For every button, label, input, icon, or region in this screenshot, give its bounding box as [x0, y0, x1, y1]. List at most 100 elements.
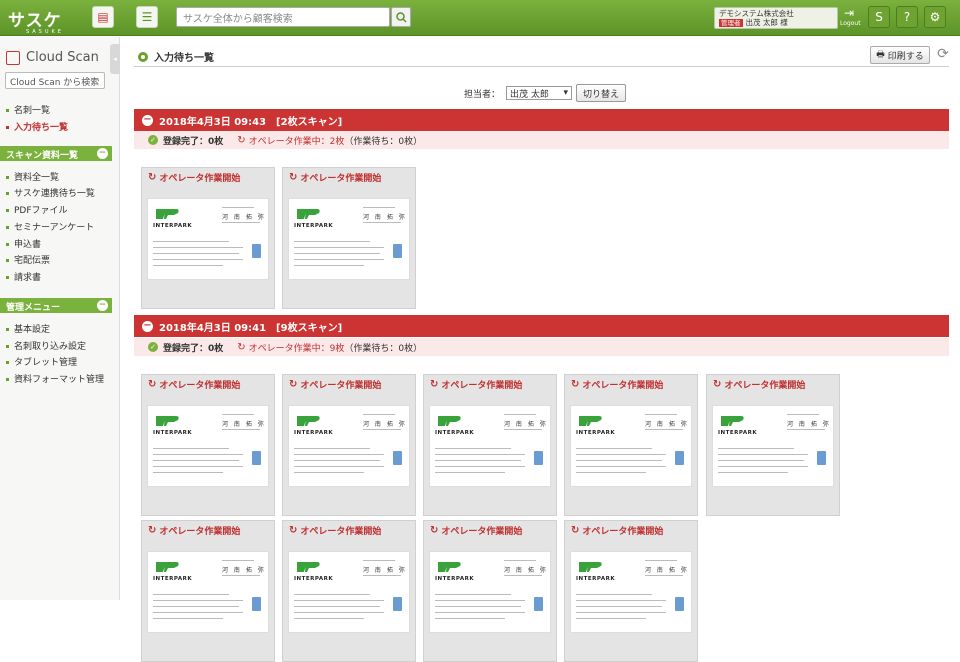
scan-card[interactable]: ↻ オペレータ作業開始 INTERPARK 河 南 拓 弥	[282, 167, 416, 309]
global-search-input[interactable]: サスケ全体から顧客検索	[176, 7, 390, 27]
sidebar-item-seminar[interactable]: セミナーアンケート	[6, 220, 94, 233]
start-operator-button[interactable]: ↻ オペレータ作業開始	[283, 521, 415, 539]
working-spinner-icon: ↻	[430, 524, 439, 536]
card-badge-icon	[252, 451, 261, 465]
sidebar-item-pdf[interactable]: PDFファイル	[6, 203, 68, 216]
settings-gear-icon[interactable]: ⚙	[924, 6, 946, 28]
sidebar-search-input[interactable]: Cloud Scan から検索	[5, 72, 105, 89]
working-spinner-icon: ↻	[289, 378, 298, 390]
sidebar-item-tablet[interactable]: タブレット管理	[6, 355, 77, 368]
business-card-image[interactable]: INTERPARK 河 南 拓 弥	[147, 551, 269, 633]
start-operator-button[interactable]: ↻ オペレータ作業開始	[424, 375, 556, 393]
help-icon[interactable]: ?	[896, 6, 918, 28]
print-button[interactable]: 🖶 印刷する	[870, 46, 930, 64]
sasuke-logo[interactable]: サスケ SASUKE	[8, 6, 64, 35]
business-card-image[interactable]: INTERPARK 河 南 拓 弥	[288, 551, 410, 633]
sidebar-item-delivery[interactable]: 宅配伝票	[6, 253, 50, 266]
user-company: デモシステム株式会社	[719, 9, 794, 18]
card-badge-icon	[393, 597, 402, 611]
business-card-image[interactable]: INTERPARK 河 南 拓 弥	[429, 405, 551, 487]
business-card-image[interactable]: INTERPARK 河 南 拓 弥	[570, 405, 692, 487]
scan-card[interactable]: ↻ オペレータ作業開始 INTERPARK 河 南 拓 弥	[564, 520, 698, 662]
scan-card[interactable]: ↻ オペレータ作業開始 INTERPARK 河 南 拓 弥	[423, 374, 557, 516]
interpark-logo-icon	[438, 416, 461, 426]
working-spinner-icon: ↻	[289, 524, 298, 536]
card-person-name: 河 南 拓 弥	[363, 214, 407, 221]
sidebar-item-card-list[interactable]: 名刺一覧	[6, 103, 50, 116]
card-person-name: 河 南 拓 弥	[363, 567, 407, 574]
business-card-image[interactable]: INTERPARK 河 南 拓 弥	[147, 198, 269, 280]
admin-section-header[interactable]: 管理メニュー −	[0, 298, 112, 313]
card-badge-icon	[393, 244, 402, 258]
check-icon: ✓	[148, 342, 158, 352]
card-company-logo-text: INTERPARK	[576, 430, 616, 436]
collapse-minus-icon[interactable]: −	[142, 320, 153, 332]
interpark-logo-icon	[721, 416, 744, 426]
working-spinner-icon: ↻	[148, 171, 157, 183]
scan-card[interactable]: ↻ オペレータ作業開始 INTERPARK 河 南 拓 弥	[282, 374, 416, 516]
scan-section-header[interactable]: スキャン資料一覧 −	[0, 146, 112, 161]
business-card-image[interactable]: INTERPARK 河 南 拓 弥	[429, 551, 551, 633]
interpark-logo-icon	[297, 209, 320, 219]
sasuke-menu-icon[interactable]: S	[868, 6, 890, 28]
start-operator-button[interactable]: ↻ オペレータ作業開始	[142, 521, 274, 539]
business-card-image[interactable]: INTERPARK 河 南 拓 弥	[147, 405, 269, 487]
sidebar-item-sasuke-waiting[interactable]: サスケ連携待ち一覧	[6, 186, 95, 199]
business-card-image[interactable]: INTERPARK 河 南 拓 弥	[712, 405, 834, 487]
start-operator-button[interactable]: ↻ オペレータ作業開始	[424, 521, 556, 539]
card-person-name: 河 南 拓 弥	[504, 421, 548, 428]
collapse-minus-icon[interactable]: −	[97, 148, 108, 159]
start-operator-button[interactable]: ↻ オペレータ作業開始	[142, 375, 274, 393]
start-operator-button[interactable]: ↻ オペレータ作業開始	[283, 168, 415, 186]
batch-header[interactable]: − 2018年4月3日 09:41 [9枚スキャン]	[134, 315, 949, 337]
business-card-image[interactable]: INTERPARK 河 南 拓 弥	[570, 551, 692, 633]
business-card-image[interactable]: INTERPARK 河 南 拓 弥	[288, 198, 410, 280]
start-operator-button[interactable]: ↻ オペレータ作業開始	[283, 375, 415, 393]
start-operator-button[interactable]: ↻ オペレータ作業開始	[707, 375, 839, 393]
assignee-select[interactable]: 出茂 太郎 ▾	[506, 86, 573, 100]
working-spinner-icon: ↻	[713, 378, 722, 390]
interpark-logo-icon	[579, 416, 602, 426]
sidebar-item-import-settings[interactable]: 名刺取り込み設定	[6, 339, 86, 352]
card-person-name: 河 南 拓 弥	[222, 421, 266, 428]
batch-header[interactable]: − 2018年4月3日 09:43 [2枚スキャン]	[134, 109, 949, 131]
sidebar-collapse-handle[interactable]: ◂	[110, 44, 120, 74]
scan-card[interactable]: ↻ オペレータ作業開始 INTERPARK 河 南 拓 弥	[141, 167, 275, 309]
interpark-logo-icon	[297, 562, 320, 572]
scan-card[interactable]: ↻ オペレータ作業開始 INTERPARK 河 南 拓 弥	[141, 374, 275, 516]
start-operator-button[interactable]: ↻ オペレータ作業開始	[142, 168, 274, 186]
interpark-logo-icon	[297, 416, 320, 426]
scan-card[interactable]: ↻ オペレータ作業開始 INTERPARK 河 南 拓 弥	[282, 520, 416, 662]
cloud-scan-app-icon[interactable]: ▤	[92, 6, 114, 28]
search-button[interactable]	[391, 7, 411, 27]
card-company-logo-text: INTERPARK	[153, 223, 193, 229]
switch-button[interactable]: 切り替え	[576, 84, 627, 102]
collapse-minus-icon[interactable]: −	[142, 114, 153, 126]
working-spinner-icon: ↻	[571, 378, 580, 390]
check-icon: ✓	[148, 135, 158, 145]
sidebar-item-format[interactable]: 資料フォーマット管理	[6, 372, 104, 385]
sidebar-item-input-waiting[interactable]: 入力待ち一覧	[6, 120, 68, 133]
batch-status: ✓ 登録完了：0枚 ↻ オペレータ作業中：9枚 （作業待ち：0枚）	[134, 338, 949, 356]
logout-button[interactable]: ⇥ Logout	[840, 6, 861, 27]
business-card-image[interactable]: INTERPARK 河 南 拓 弥	[288, 405, 410, 487]
scan-card[interactable]: ↻ オペレータ作業開始 INTERPARK 河 南 拓 弥	[423, 520, 557, 662]
assignee-filter: 担当者： 出茂 太郎 ▾ 切り替え	[464, 84, 627, 102]
collapse-minus-icon[interactable]: −	[97, 300, 108, 311]
card-company-logo-text: INTERPARK	[294, 223, 334, 229]
scan-card[interactable]: ↻ オペレータ作業開始 INTERPARK 河 南 拓 弥	[141, 520, 275, 662]
scan-card[interactable]: ↻ オペレータ作業開始 INTERPARK 河 南 拓 弥	[564, 374, 698, 516]
title-bullet-icon	[138, 51, 148, 62]
card-company-logo-text: INTERPARK	[435, 576, 475, 582]
card-company-logo-text: INTERPARK	[294, 576, 334, 582]
card-company-logo-text: INTERPARK	[153, 430, 193, 436]
scan-card[interactable]: ↻ オペレータ作業開始 INTERPARK 河 南 拓 弥	[706, 374, 840, 516]
sidebar-item-invoice[interactable]: 請求書	[6, 270, 41, 283]
sidebar-item-basic-settings[interactable]: 基本設定	[6, 322, 50, 335]
start-operator-button[interactable]: ↻ オペレータ作業開始	[565, 375, 697, 393]
refresh-icon[interactable]: ⟳	[934, 46, 952, 64]
sidebar-item-all-documents[interactable]: 資料全一覧	[6, 170, 59, 183]
message-icon[interactable]: ☰	[136, 6, 158, 28]
start-operator-button[interactable]: ↻ オペレータ作業開始	[565, 521, 697, 539]
sidebar-item-application[interactable]: 申込書	[6, 237, 41, 250]
